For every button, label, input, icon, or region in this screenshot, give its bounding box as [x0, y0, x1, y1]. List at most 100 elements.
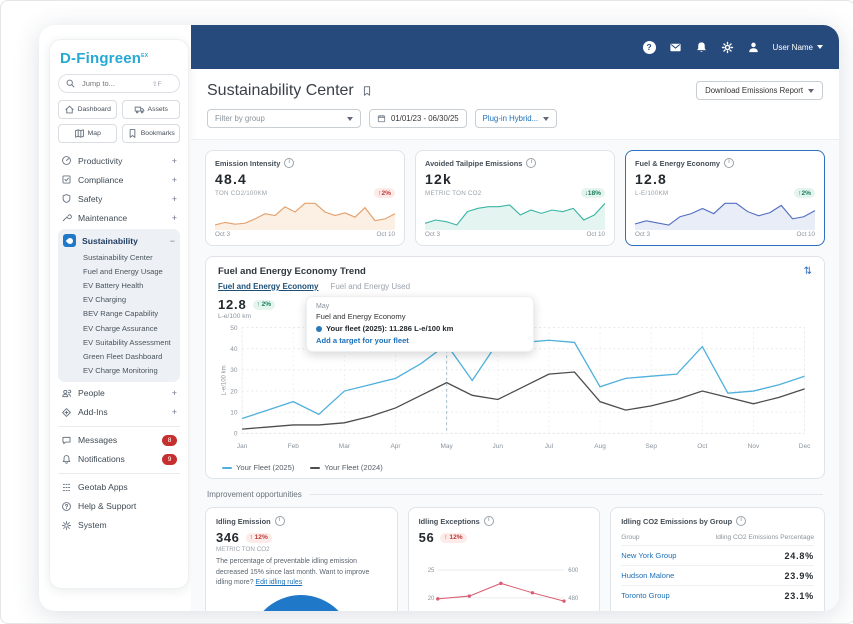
- expand-icon[interactable]: +: [172, 213, 177, 223]
- sidebar-item-label: Safety: [78, 193, 103, 204]
- info-icon[interactable]: i: [736, 516, 747, 527]
- kpi-row: Emission Intensity i 48.4 TON CO2/100KM ↑2…: [205, 150, 825, 246]
- info-icon[interactable]: i: [526, 158, 537, 168]
- kpi-card-avoided-tailpipe[interactable]: Avoided Tailpipe Emissions i 12k METRIC T…: [415, 150, 615, 246]
- page-header: Sustainability Center Download Emissions…: [191, 69, 839, 104]
- app-window: D-FingreenEX ⇧F Dashboard Assets Map Boo…: [39, 25, 839, 611]
- svg-text:30: 30: [230, 367, 238, 374]
- sidebar-subitem[interactable]: EV Charge Assurance: [61, 321, 177, 335]
- expand-icon[interactable]: +: [172, 388, 177, 398]
- group-link[interactable]: Hudson Malone: [621, 571, 674, 580]
- collapse-icon[interactable]: −: [170, 236, 175, 246]
- sidebar-item-messages[interactable]: Messages 8: [58, 431, 180, 450]
- search-box[interactable]: ⇧F: [58, 74, 180, 93]
- info-icon[interactable]: i: [274, 516, 285, 527]
- sidebar-item-maintenance[interactable]: Maintenance +: [58, 208, 180, 227]
- group-percentage: 23.9%: [784, 570, 814, 581]
- group-link[interactable]: New York Group: [621, 551, 676, 560]
- sidebar-item-geotab-apps[interactable]: Geotab Apps: [58, 478, 180, 497]
- help-icon[interactable]: ?: [642, 40, 656, 54]
- edit-idling-rules-link[interactable]: Edit idling rules: [255, 579, 302, 586]
- group-filter-select[interactable]: Filter by group: [207, 109, 361, 128]
- sidebar-item-compliance[interactable]: Compliance +: [58, 170, 180, 189]
- user-icon[interactable]: [747, 41, 760, 54]
- expand-icon[interactable]: +: [172, 407, 177, 417]
- sidebar-subitem[interactable]: EV Suitability Assessment: [61, 335, 177, 349]
- trend-chart-card: Fuel and Energy Economy Trend ⇅ Fuel and…: [205, 256, 825, 480]
- sort-icon[interactable]: ⇅: [804, 266, 812, 277]
- add-target-link[interactable]: Add a target for your fleet: [316, 336, 524, 345]
- legend-item[interactable]: Your Fleet (2024): [310, 463, 383, 472]
- svg-text:Feb: Feb: [288, 443, 300, 450]
- quick-map-button[interactable]: Map: [58, 124, 117, 143]
- sidebar-subitem[interactable]: BEV Range Capability: [61, 307, 177, 321]
- sidebar-item-label: Help & Support: [78, 501, 137, 512]
- sidebar-item-sustainability[interactable]: Sustainability −: [61, 231, 177, 250]
- idling-exceptions-card: Idling Exceptions i 56 ↑ 12% 25 600 20 480: [407, 507, 601, 611]
- vehicle-type-filter[interactable]: Plug-in Hybrid...: [474, 109, 558, 128]
- sidebar-subitem[interactable]: EV Charge Monitoring: [61, 364, 177, 378]
- sidebar-item-label: Maintenance: [78, 212, 128, 223]
- quick-assets-button[interactable]: Assets: [121, 100, 180, 119]
- tab-fuel-energy-economy[interactable]: Fuel and Energy Economy: [218, 282, 318, 293]
- tooltip-entry: Your fleet (2025): 11.286 L-e/100 km: [326, 324, 454, 333]
- quick-map-label: Map: [87, 130, 101, 137]
- idling-emission-badge: ↑ 12%: [245, 532, 272, 543]
- sidebar-item-notifications[interactable]: Notifications 9: [58, 450, 180, 469]
- group-link[interactable]: Toronto Group: [621, 591, 670, 600]
- quick-dashboard-button[interactable]: Dashboard: [58, 100, 117, 119]
- tab-fuel-energy-used[interactable]: Fuel and Energy Used: [330, 282, 410, 293]
- chevron-down-icon: [817, 45, 823, 49]
- gear-icon[interactable]: [721, 41, 734, 54]
- sidebar-item-safety[interactable]: Safety +: [58, 189, 180, 208]
- quick-bookmarks-button[interactable]: Bookmarks: [121, 124, 180, 143]
- kpi-change-badge: ↓18%: [580, 188, 605, 198]
- sidebar-subitem[interactable]: EV Charging: [61, 293, 177, 307]
- sidebar-item-help-support[interactable]: Help & Support: [58, 497, 180, 516]
- people-icon: [62, 389, 72, 397]
- table-row: Hudson Malone 23.9%: [621, 565, 814, 585]
- map-icon: [74, 129, 84, 138]
- kpi-card-emission-intensity[interactable]: Emission Intensity i 48.4 TON CO2/100KM ↑2…: [205, 150, 405, 246]
- date-range-value: 01/01/23 - 06/30/25: [391, 114, 459, 123]
- sidebar-item-addins[interactable]: Add-Ins +: [58, 403, 180, 422]
- sidebar-subitem[interactable]: Green Fleet Dashboard: [61, 349, 177, 363]
- sidebar-subitem[interactable]: Fuel and Energy Usage: [61, 264, 177, 278]
- bell-icon: [62, 454, 71, 464]
- expand-icon[interactable]: +: [172, 175, 177, 185]
- svg-text:Dec: Dec: [799, 443, 811, 450]
- info-icon[interactable]: i: [284, 158, 295, 168]
- bell-icon[interactable]: [695, 41, 708, 54]
- leaf-icon: [63, 234, 76, 247]
- idling-exceptions-chart: 25 600 20 480: [427, 568, 579, 604]
- sidebar-subitem[interactable]: Sustainability Center: [61, 250, 177, 264]
- expand-icon[interactable]: +: [172, 194, 177, 204]
- card-title: Idling CO2 Emissions by Group: [621, 516, 733, 526]
- expand-icon[interactable]: +: [172, 156, 177, 166]
- divider: [309, 494, 823, 496]
- info-icon[interactable]: i: [724, 158, 735, 168]
- sidebar-item-people[interactable]: People +: [58, 384, 180, 403]
- sidebar-item-label: Notifications: [78, 454, 125, 465]
- date-range-picker[interactable]: 01/01/23 - 06/30/25: [369, 109, 467, 128]
- sidebar-subitem[interactable]: EV Battery Health: [61, 278, 177, 292]
- search-input[interactable]: [80, 78, 148, 89]
- legend-item[interactable]: Your Fleet (2025): [222, 463, 294, 472]
- sidebar-item-productivity[interactable]: Productivity +: [58, 151, 180, 170]
- sidebar-item-label: Geotab Apps: [78, 482, 128, 493]
- mail-icon[interactable]: [669, 41, 682, 54]
- sustainability-section: Sustainability − Sustainability Center Fu…: [58, 229, 180, 382]
- kpi-change-badge: ↑2%: [794, 188, 815, 198]
- kpi-card-fuel-energy-economy[interactable]: Fuel & Energy Economy i 12.8 L-E/100KM ↑2%…: [625, 150, 825, 246]
- spark-start-label: Oct 3: [425, 231, 441, 238]
- user-menu[interactable]: User Name: [773, 43, 823, 52]
- sidebar: D-FingreenEX ⇧F Dashboard Assets Map Boo…: [49, 39, 189, 589]
- bookmark-icon: [129, 129, 136, 138]
- logo-superscript: EX: [141, 53, 149, 59]
- bookmark-page-icon[interactable]: [361, 85, 373, 97]
- info-icon[interactable]: i: [483, 516, 494, 527]
- download-report-button[interactable]: Download Emissions Report: [696, 81, 823, 100]
- shield-icon: [62, 194, 71, 203]
- main-area: ? User Name Sustainability Center Downlo…: [191, 25, 839, 611]
- sidebar-item-system[interactable]: System: [58, 516, 180, 535]
